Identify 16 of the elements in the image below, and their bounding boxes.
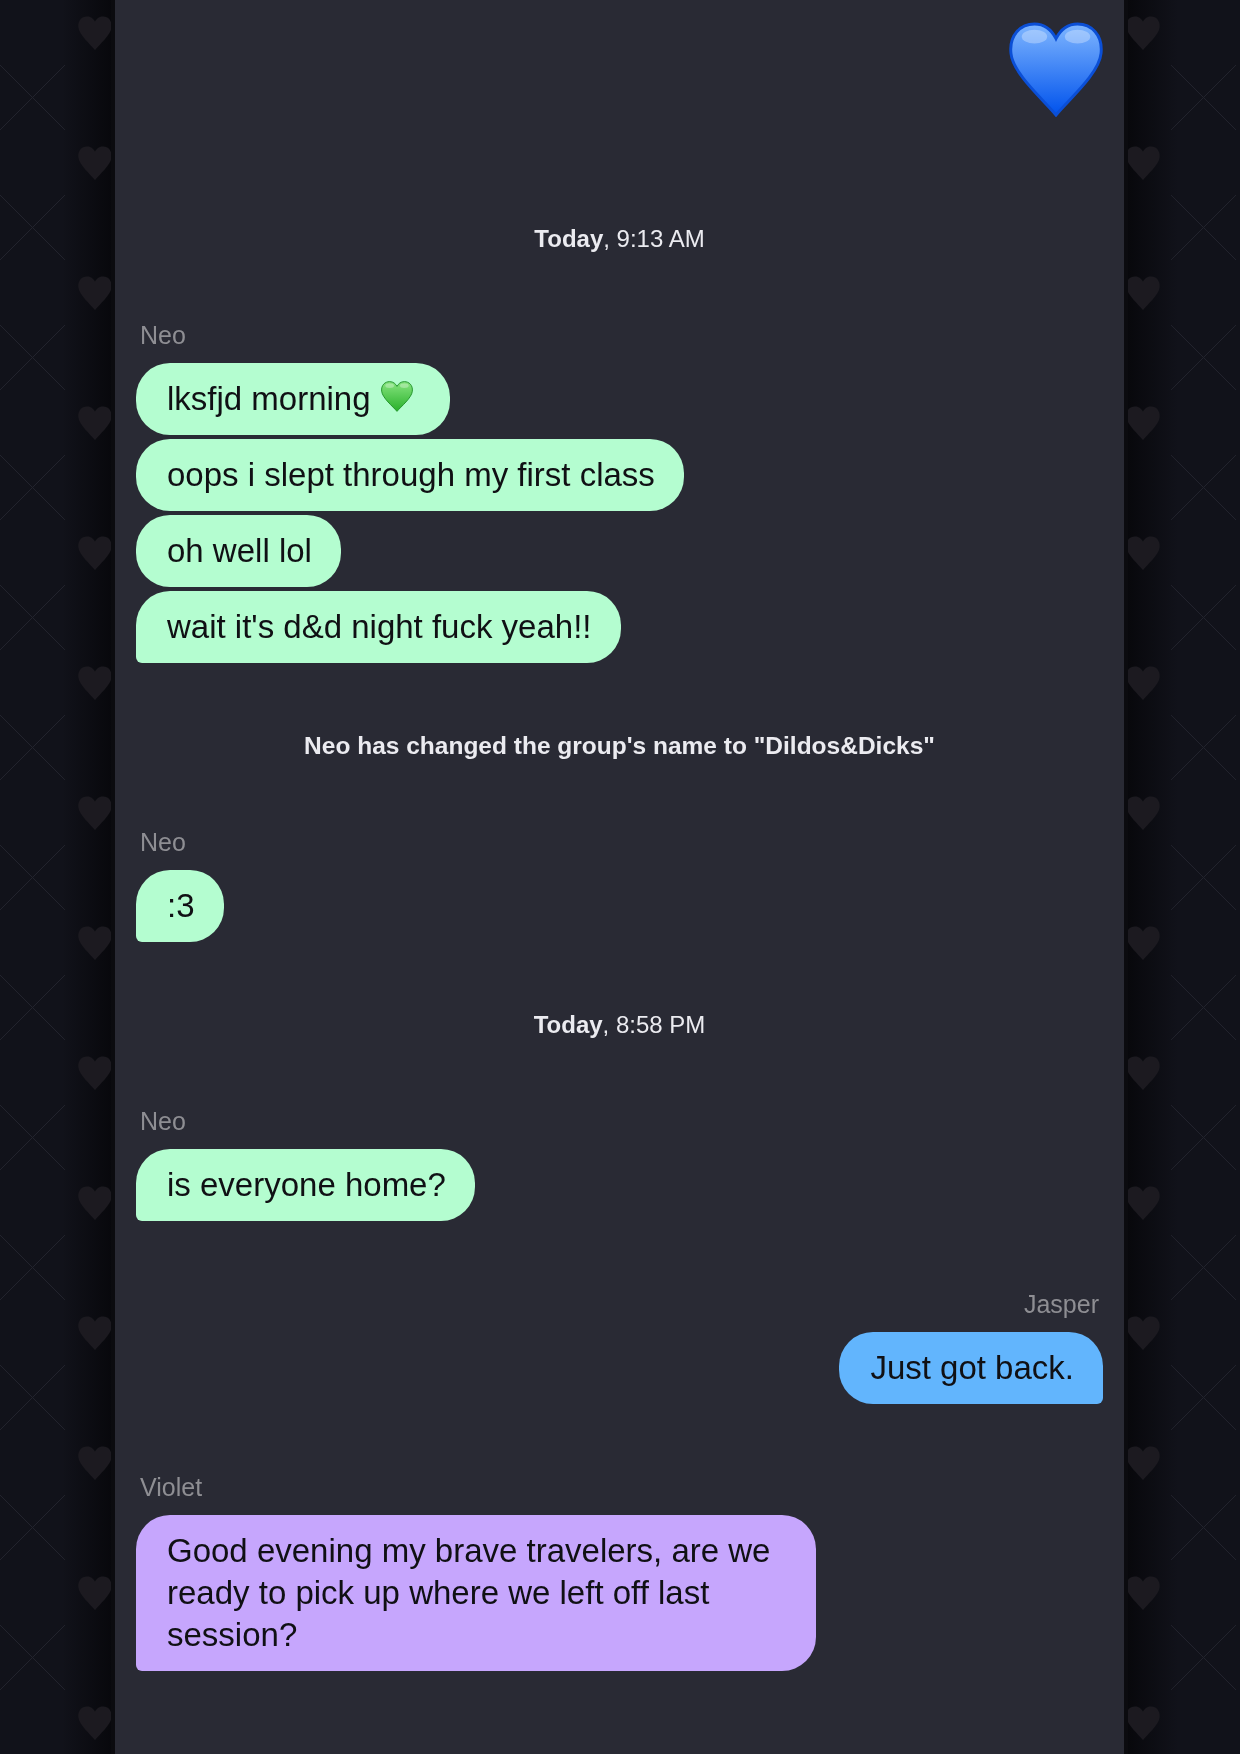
message-text: oops i slept through my first class [167,455,655,495]
sender-name: Neo [139,1108,187,1134]
sender-name: Jasper [1022,1291,1100,1317]
message-text: :3 [167,886,195,926]
sender-name: Neo [139,322,187,348]
message-text: is everyone home? [167,1165,446,1205]
group-name-notice: Neo has changed the group's name to "Dildos&Dicks" [304,733,935,759]
message-text: oh well lol [167,531,312,571]
sender-name: Neo [139,829,187,855]
timestamp: Today, 8:58 PM [533,1012,706,1038]
message-text: Just got back. [870,1348,1074,1388]
sender-name: Violet [139,1474,204,1500]
message-text: wait it's d&d night fuck yeah!! [167,607,592,647]
timestamp: Today, 9:13 AM [534,226,705,252]
message-text: Good evening my brave travelers, are we ready to pick up where we left off last session? [167,1531,772,1655]
message-text: lksfjd morning [167,379,371,419]
